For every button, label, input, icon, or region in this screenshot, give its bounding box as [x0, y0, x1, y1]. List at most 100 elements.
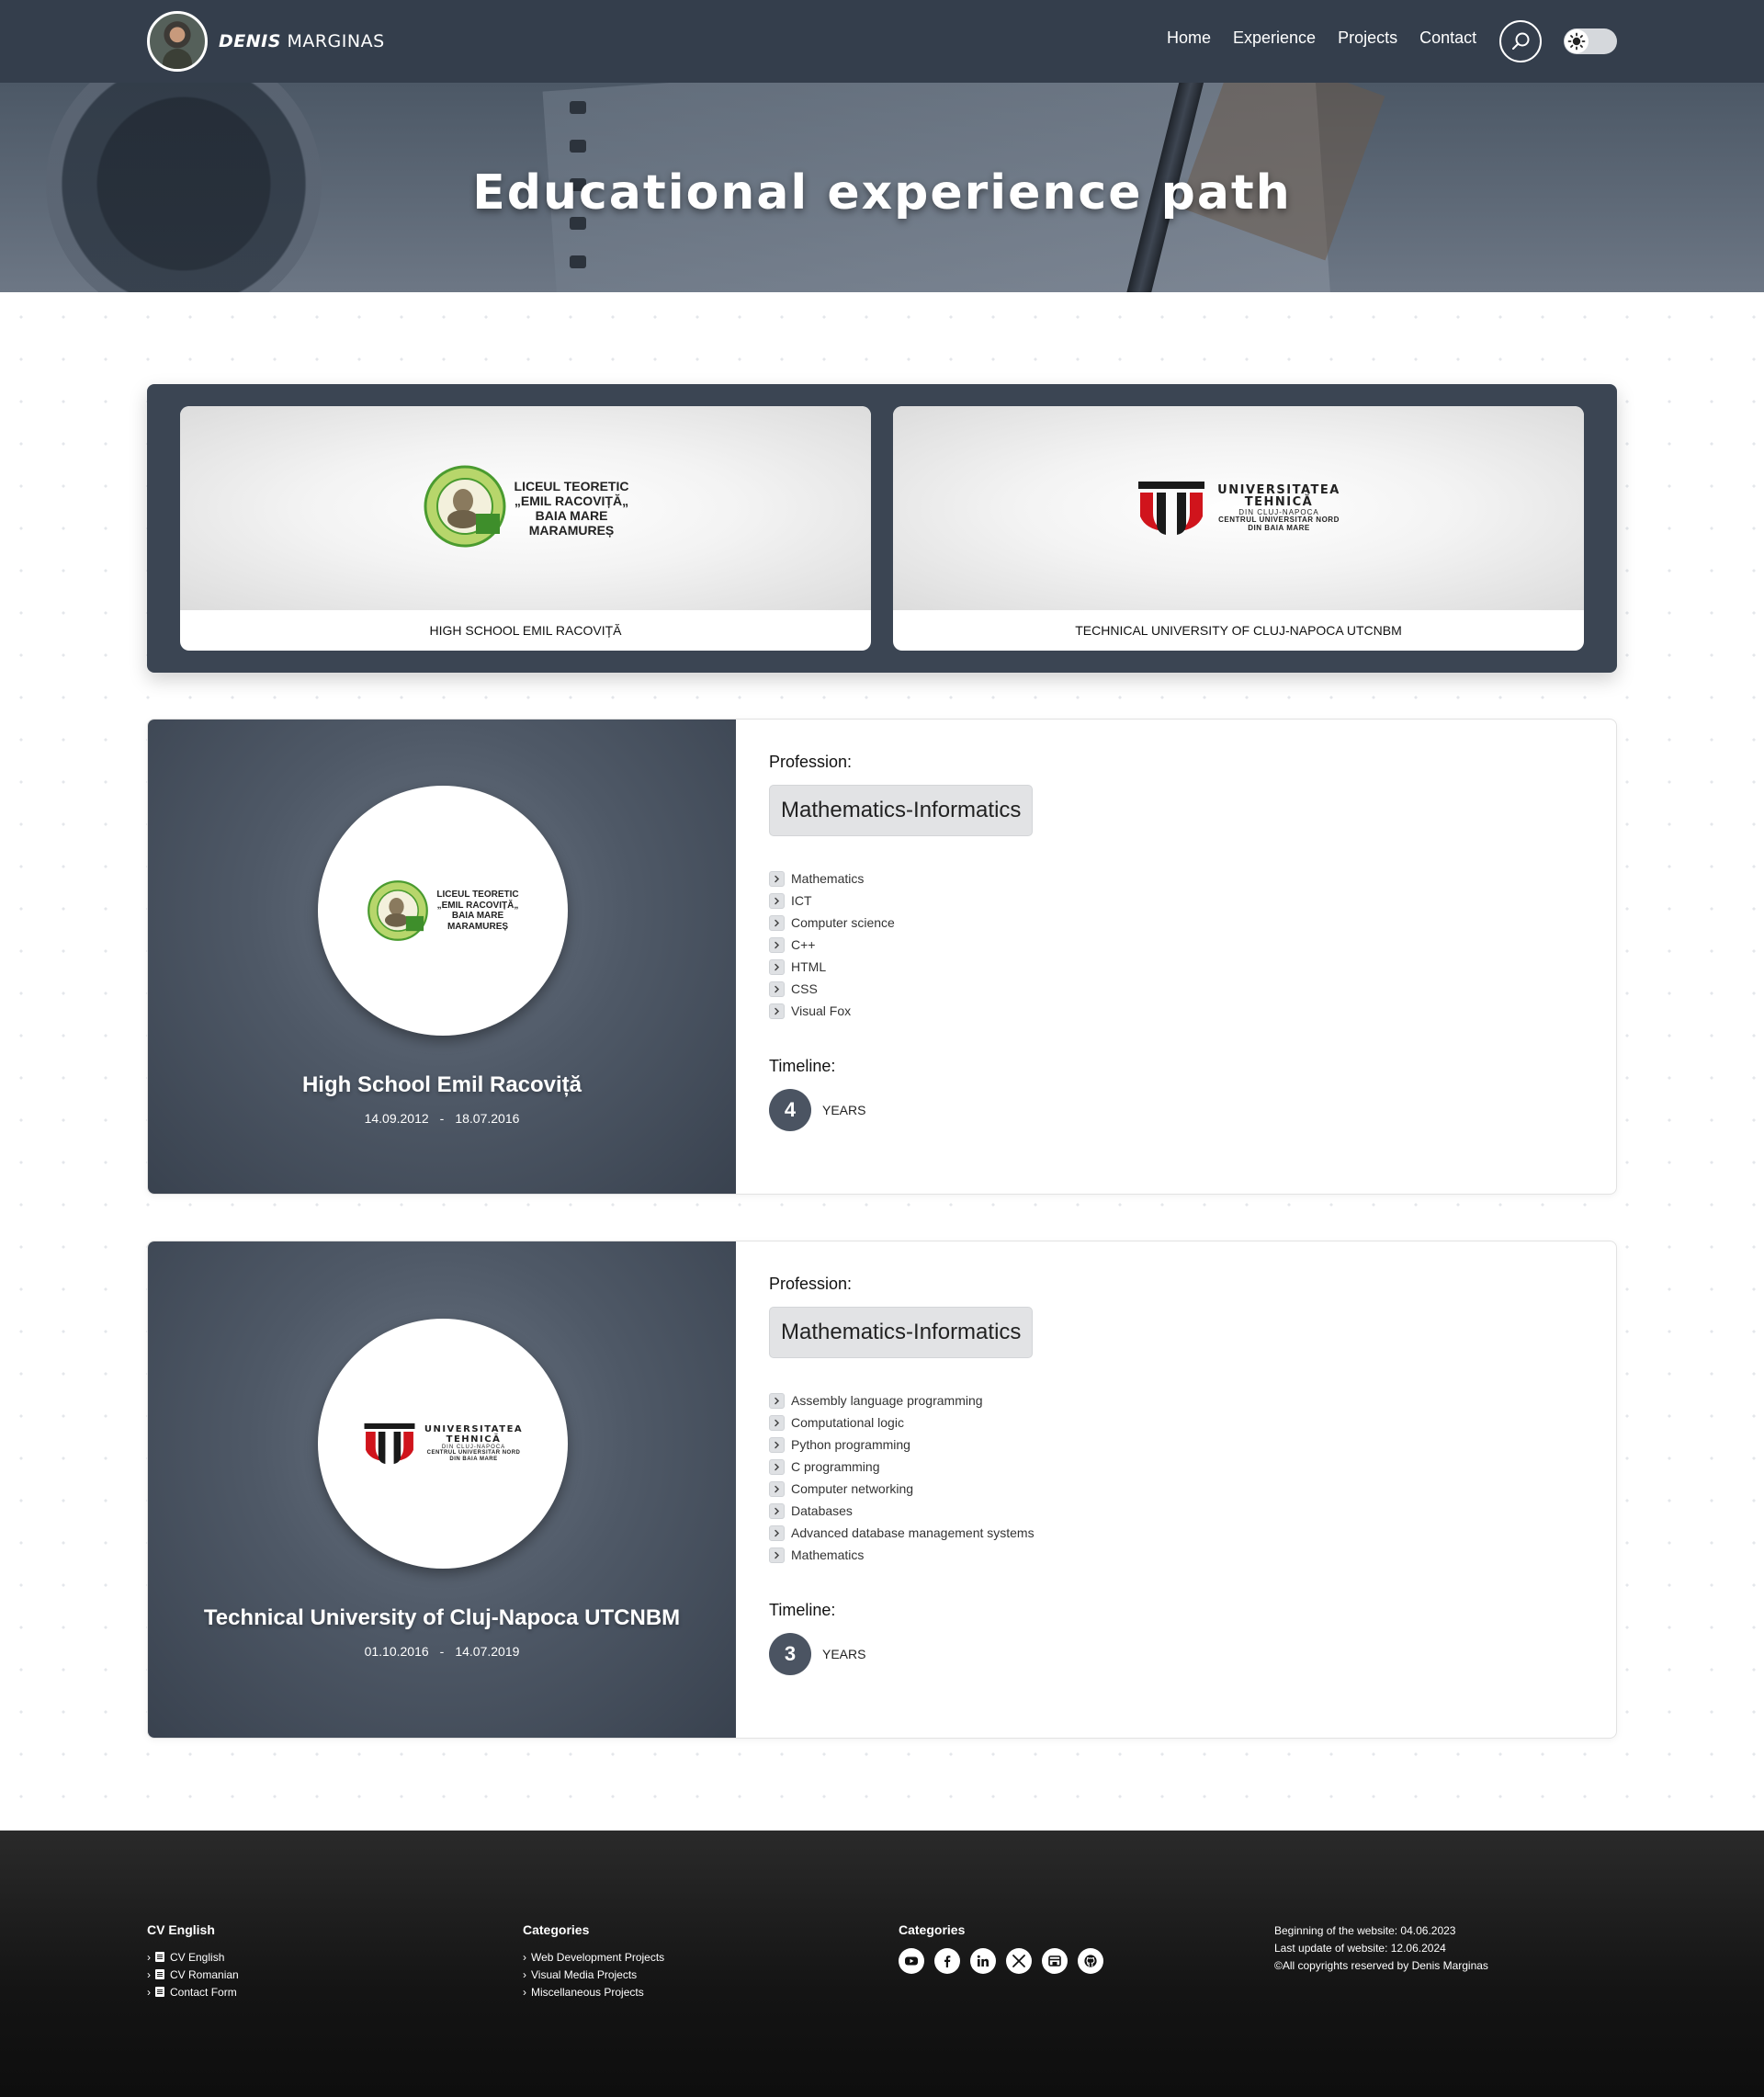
- facebook-link[interactable]: [934, 1948, 960, 1974]
- school-card-university[interactable]: UNIVERSITATEA TEHNICĂ DIN CLUJ-NAPOCA CE…: [893, 406, 1584, 651]
- nav-experience[interactable]: Experience: [1233, 28, 1316, 48]
- course-item: ICT: [769, 890, 1589, 912]
- course-label: Mathematics: [791, 871, 865, 886]
- theme-toggle[interactable]: [1564, 28, 1617, 54]
- main-nav: Home Experience Projects Contact: [1167, 28, 1476, 48]
- chevron-right-icon: [769, 1480, 785, 1497]
- chevron-right-icon: ›: [147, 1985, 151, 1999]
- years-label: YEARS: [822, 1103, 866, 1117]
- course-label: Assembly language programming: [791, 1393, 983, 1408]
- liceu-logo-line: BAIA MARE: [451, 911, 504, 921]
- course-label: Advanced database management systems: [791, 1525, 1035, 1540]
- nav-projects[interactable]: Projects: [1338, 28, 1397, 48]
- course-label: Computer networking: [791, 1481, 914, 1496]
- footer-link-label: CV Romanian: [170, 1967, 239, 1981]
- ut-emblem-icon: [364, 1423, 415, 1465]
- footer-column-title: CV English: [147, 1922, 215, 1937]
- education-details: Profession: Mathematics-Informatics Math…: [769, 753, 1589, 1131]
- hero-banner: Educational experience path: [0, 83, 1764, 292]
- course-item: Computer science: [769, 912, 1589, 934]
- footer-link-label: CV English: [170, 1950, 225, 1964]
- school-card-highschool[interactable]: LICEUL TEORETIC „EMIL RACOVIȚĂ„ BAIA MAR…: [180, 406, 871, 651]
- ut-logo-line: UNIVERSITATEA: [424, 1424, 524, 1435]
- chevron-right-icon: [769, 1525, 785, 1541]
- years-count-badge: 3: [769, 1633, 811, 1675]
- education-logo-circle: UNIVERSITATEA TEHNICĂ DIN CLUJ-NAPOCA CE…: [318, 1319, 568, 1569]
- liceu-logo-line: „EMIL RACOVIȚĂ„: [436, 900, 519, 911]
- liceu-logo-line: MARAMUREȘ: [447, 921, 509, 932]
- footer-link-cv-romanian[interactable]: › CV Romanian: [147, 1966, 239, 1983]
- store-link[interactable]: [1042, 1948, 1068, 1974]
- footer-link-label: Miscellaneous Projects: [531, 1985, 644, 1999]
- liceu-logo: LICEUL TEORETIC „EMIL RACOVIȚĂ„ BAIA MAR…: [367, 879, 519, 942]
- course-item: Computer networking: [769, 1478, 1589, 1500]
- ut-logo-line: CENTRUL UNIVERSITAR NORD: [426, 1450, 521, 1457]
- linkedin-link[interactable]: [970, 1948, 996, 1974]
- nav-contact[interactable]: Contact: [1419, 28, 1476, 48]
- footer-link-label: Visual Media Projects: [531, 1967, 638, 1981]
- course-label: C programming: [791, 1459, 880, 1474]
- education-end-date: 14.07.2019: [455, 1644, 520, 1659]
- profession-value: Mathematics-Informatics: [769, 785, 1034, 836]
- chevron-right-icon: [769, 1392, 785, 1409]
- facebook-icon: [944, 1955, 951, 1967]
- brand[interactable]: DENIS MARGINAS: [147, 11, 385, 72]
- nav-home[interactable]: Home: [1167, 28, 1211, 48]
- footer-link-visual-media[interactable]: › Visual Media Projects: [523, 1966, 664, 1983]
- copyright: ©All copyrights reserved by Denis Margin…: [1274, 1959, 1488, 1972]
- ut-logo: UNIVERSITATEA TEHNICĂ DIN CLUJ-NAPOCA CE…: [1136, 480, 1340, 537]
- liceu-logo-line: LICEUL TEORETIC: [436, 890, 519, 900]
- education-card-side: UNIVERSITATEA TEHNICĂ DIN CLUJ-NAPOCA CE…: [148, 1241, 736, 1738]
- github-link[interactable]: [1078, 1948, 1103, 1974]
- education-end-date: 18.07.2016: [455, 1111, 520, 1126]
- ut-logo-line: TEHNICĂ: [1244, 495, 1314, 510]
- footer-social-column: Categories: [899, 1922, 1103, 1974]
- footer-info-column: Beginning of the website: 04.06.2023 Las…: [1274, 1922, 1488, 1975]
- course-item: Assembly language programming: [769, 1389, 1589, 1411]
- chevron-right-icon: ›: [523, 1950, 526, 1964]
- chevron-right-icon: [769, 958, 785, 975]
- course-item: Python programming: [769, 1434, 1589, 1456]
- course-list: Mathematics ICT Computer science C++ HTML CSS…: [769, 867, 1589, 1022]
- schools-panel: LICEUL TEORETIC „EMIL RACOVIȚĂ„ BAIA MAR…: [147, 384, 1617, 673]
- course-item: Databases: [769, 1500, 1589, 1522]
- timeline-label: Timeline:: [769, 1601, 836, 1619]
- education-dates: 14.09.2012-18.07.2016: [148, 1111, 736, 1126]
- footer-link-label: Contact Form: [170, 1985, 237, 1999]
- chevron-right-icon: [769, 1547, 785, 1563]
- course-item: C programming: [769, 1456, 1589, 1478]
- course-label: Visual Fox: [791, 1003, 852, 1018]
- course-label: HTML: [791, 959, 827, 974]
- course-label: C++: [791, 937, 816, 952]
- education-card-university: UNIVERSITATEA TEHNICĂ DIN CLUJ-NAPOCA CE…: [147, 1241, 1617, 1739]
- chevron-right-icon: [769, 1414, 785, 1431]
- course-item: Visual Fox: [769, 1000, 1589, 1022]
- course-label: ICT: [791, 893, 812, 908]
- education-details: Profession: Mathematics-Informatics Asse…: [769, 1275, 1589, 1675]
- liceu-emblem-icon: [423, 464, 507, 553]
- document-icon: [155, 1969, 164, 1979]
- footer-link-cv-english[interactable]: › CV English: [147, 1948, 239, 1966]
- ut-logo-line: DIN BAIA MARE: [449, 1456, 498, 1462]
- search-button[interactable]: [1499, 20, 1542, 62]
- course-item: Mathematics: [769, 1544, 1589, 1566]
- timeline: Timeline: 4 YEARS: [769, 1057, 1589, 1131]
- footer-categories-column: Categories › Web Development Projects › Vi…: [523, 1922, 664, 2001]
- school-card-caption: HIGH SCHOOL EMIL RACOVIȚĂ: [429, 623, 622, 638]
- chevron-right-icon: [769, 1458, 785, 1475]
- course-item: Advanced database management systems: [769, 1522, 1589, 1544]
- footer: CV English › CV English › CV Romanian › Con…: [0, 1831, 1764, 2097]
- education-logo-circle: LICEUL TEORETIC „EMIL RACOVIȚĂ„ BAIA MAR…: [318, 786, 568, 1036]
- youtube-link[interactable]: [899, 1948, 924, 1974]
- footer-link-web-development[interactable]: › Web Development Projects: [523, 1948, 664, 1966]
- years-label: YEARS: [822, 1647, 866, 1661]
- footer-link-miscellaneous[interactable]: › Miscellaneous Projects: [523, 1983, 664, 2001]
- chevron-right-icon: [769, 980, 785, 997]
- course-label: Mathematics: [791, 1547, 865, 1562]
- footer-link-contact-form[interactable]: › Contact Form: [147, 1983, 239, 2001]
- school-card-image: UNIVERSITATEA TEHNICĂ DIN CLUJ-NAPOCA CE…: [893, 406, 1584, 610]
- course-label: Databases: [791, 1503, 853, 1518]
- ut-logo-line: TEHNICĂ: [446, 1434, 502, 1445]
- x-link[interactable]: [1006, 1948, 1032, 1974]
- youtube-icon: [905, 1956, 918, 1966]
